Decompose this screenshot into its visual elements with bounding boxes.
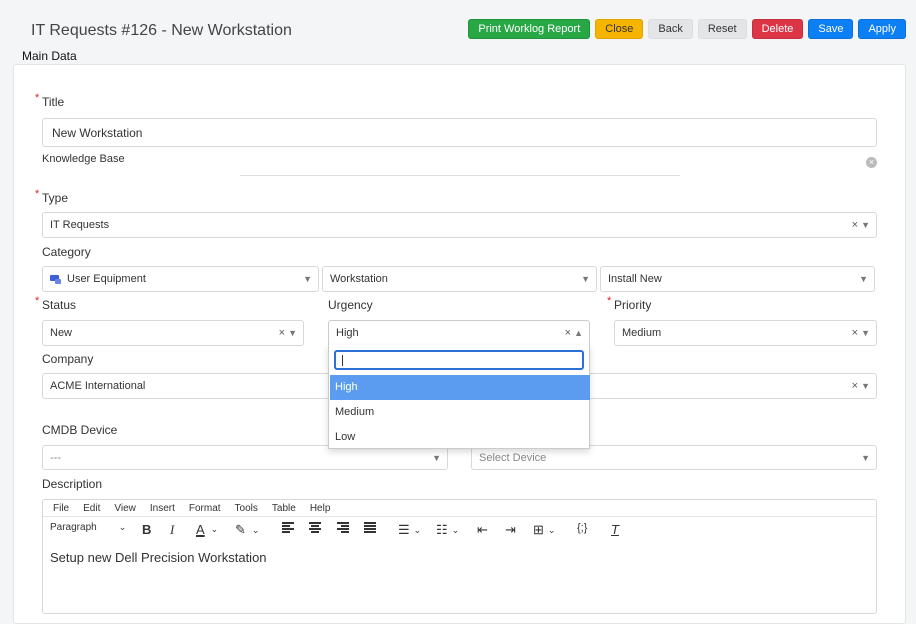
chevron-down-icon: ▼: [303, 274, 312, 284]
clear-icon[interactable]: ×: [866, 157, 877, 168]
status-select-value: New: [50, 327, 73, 339]
source-code-icon[interactable]: {;}: [577, 522, 587, 534]
save-button[interactable]: Save: [808, 19, 854, 39]
close-button[interactable]: Close: [595, 19, 644, 39]
clear-formatting-icon[interactable]: T: [611, 522, 619, 537]
outdent-icon[interactable]: ⇤: [477, 522, 488, 538]
category-level1-select[interactable]: User Equipment ▼: [42, 266, 319, 292]
urgency-option-medium[interactable]: Medium: [330, 400, 590, 425]
back-button[interactable]: Back: [648, 19, 693, 39]
clear-icon[interactable]: ×: [565, 327, 571, 339]
it-request-form-page: IT Requests #126 - New Workstation Print…: [0, 0, 916, 624]
knowledge-base-input[interactable]: [240, 175, 680, 176]
status-label: Status: [35, 295, 76, 312]
menu-view[interactable]: View: [114, 503, 136, 514]
chevron-down-icon: ▼: [861, 452, 870, 463]
menu-format[interactable]: Format: [189, 503, 221, 514]
description-label: Description: [42, 477, 103, 491]
description-content[interactable]: Setup new Dell Precision Workstation: [50, 550, 267, 565]
equipment-icon: [50, 274, 61, 284]
align-center-icon[interactable]: [309, 522, 321, 533]
menu-tools[interactable]: Tools: [235, 503, 258, 514]
chevron-down-icon: ▼: [581, 274, 590, 284]
paragraph-format-select[interactable]: Paragraph ⌄: [50, 522, 126, 533]
urgency-search-input[interactable]: [334, 350, 584, 370]
title-label: Title: [35, 92, 64, 109]
chevron-down-icon: ⌄: [118, 522, 127, 532]
urgency-option-high[interactable]: High: [330, 375, 590, 400]
title-input[interactable]: New Workstation: [42, 118, 877, 147]
urgency-option-low[interactable]: Low: [330, 425, 590, 450]
indent-icon[interactable]: ⇥: [505, 522, 516, 538]
menu-file[interactable]: File: [53, 503, 69, 514]
reset-button[interactable]: Reset: [697, 19, 747, 39]
menu-help[interactable]: Help: [310, 503, 331, 514]
title-input-value: New Workstation: [52, 125, 143, 140]
delete-button[interactable]: Delete: [751, 19, 804, 39]
editor-menubar: File Edit View Insert Format Tools Table…: [53, 503, 330, 514]
italic-icon[interactable]: I: [170, 522, 174, 538]
bullet-list-icon[interactable]: ☰ ⌄: [398, 522, 421, 538]
chevron-down-icon: ▼: [861, 328, 870, 338]
numbered-list-icon[interactable]: ☷ ⌄: [436, 522, 459, 538]
table-icon[interactable]: ⊞ ⌄: [533, 522, 555, 538]
align-left-icon[interactable]: [282, 522, 294, 533]
action-toolbar: Print Worklog Report Close Back Reset De…: [468, 19, 906, 39]
chevron-down-icon: ▼: [861, 220, 870, 230]
chevron-down-icon: ▼: [288, 328, 297, 338]
clear-icon[interactable]: ×: [852, 219, 858, 231]
category-level3-select[interactable]: Install New ▼: [600, 266, 875, 292]
urgency-select[interactable]: High × ▲: [328, 320, 590, 346]
category-level2-value: Workstation: [330, 273, 388, 285]
select-device-placeholder: Select Device: [479, 451, 547, 464]
text-color-icon[interactable]: A ⌄: [196, 522, 218, 537]
menu-table[interactable]: Table: [272, 503, 296, 514]
align-justify-icon[interactable]: [364, 522, 376, 533]
menu-edit[interactable]: Edit: [83, 503, 100, 514]
type-select-value: IT Requests: [50, 219, 110, 231]
category-level1-value: User Equipment: [67, 273, 146, 285]
clear-icon[interactable]: ×: [852, 327, 858, 339]
chevron-down-icon: ▼: [861, 381, 870, 391]
category-level2-select[interactable]: Workstation ▼: [322, 266, 597, 292]
clear-icon[interactable]: ×: [279, 327, 285, 339]
chevron-up-icon: ▲: [574, 328, 583, 338]
cmdb-device-label: CMDB Device: [42, 423, 118, 437]
apply-button[interactable]: Apply: [858, 19, 906, 39]
urgency-label: Urgency: [328, 298, 373, 312]
priority-select-value: Medium: [622, 327, 662, 339]
knowledge-base-label: Knowledge Base: [42, 153, 125, 165]
page-title: IT Requests #126 - New Workstation: [31, 22, 292, 39]
section-label-main-data: Main Data: [22, 49, 77, 63]
paragraph-format-value: Paragraph: [50, 522, 97, 533]
type-label: Type: [35, 188, 68, 205]
print-worklog-report-button[interactable]: Print Worklog Report: [468, 19, 591, 39]
description-editor: File Edit View Insert Format Tools Table…: [42, 499, 877, 614]
cmdb-left-select-value: ---: [50, 451, 61, 464]
bold-icon[interactable]: B: [142, 522, 151, 537]
align-right-icon[interactable]: [337, 522, 349, 533]
highlight-color-icon[interactable]: ✎ ⌄: [235, 522, 259, 538]
editor-menubar-divider: [43, 516, 876, 517]
category-label: Category: [42, 245, 91, 259]
urgency-select-value: High: [336, 327, 359, 339]
status-select[interactable]: New × ▼: [42, 320, 304, 346]
chevron-down-icon: ▼: [859, 274, 868, 284]
clear-icon[interactable]: ×: [852, 380, 858, 392]
type-select[interactable]: IT Requests × ▼: [42, 212, 877, 238]
company-label: Company: [42, 352, 94, 366]
priority-select[interactable]: Medium × ▼: [614, 320, 877, 346]
menu-insert[interactable]: Insert: [150, 503, 175, 514]
priority-label: Priority: [607, 295, 651, 312]
category-level3-value: Install New: [608, 273, 662, 285]
text-cursor: [342, 355, 343, 366]
urgency-dropdown: High Medium Low: [328, 345, 590, 449]
chevron-down-icon: ▼: [432, 452, 441, 463]
